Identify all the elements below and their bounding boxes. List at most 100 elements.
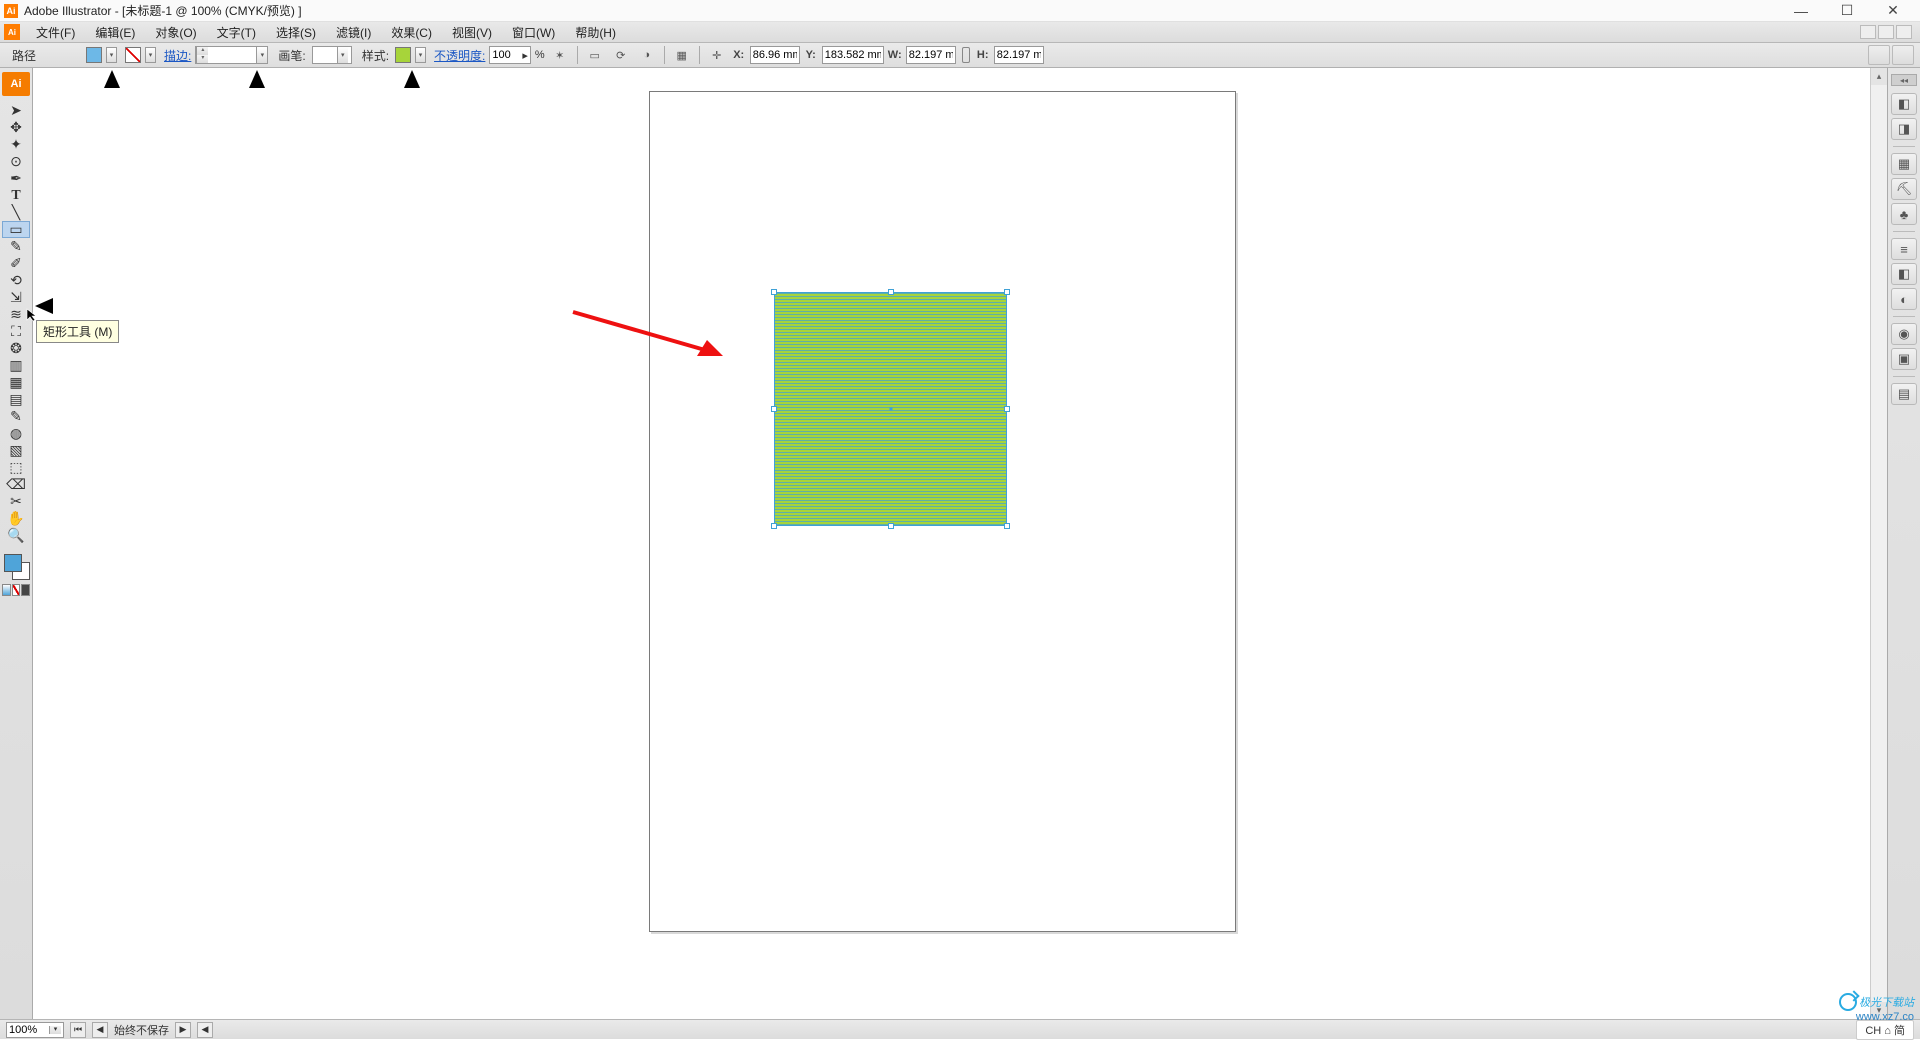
menu-help[interactable]: 帮助(H) xyxy=(565,22,626,43)
panel-menu-icon[interactable] xyxy=(1892,45,1914,65)
gradient-panel-icon[interactable]: ◧ xyxy=(1891,263,1917,285)
stroke-weight-field[interactable]: ▴▾ ▾ xyxy=(195,46,268,64)
transparency-panel-icon[interactable]: ◐ xyxy=(1891,288,1917,310)
y-field[interactable] xyxy=(822,46,884,64)
pencil-tool[interactable]: ✐ xyxy=(2,255,30,272)
rotate-tool[interactable]: ⟲ xyxy=(2,272,30,289)
artboard[interactable] xyxy=(649,91,1236,932)
registration-icon[interactable]: ✛ xyxy=(706,44,728,66)
live-paint-tool[interactable]: ▧ xyxy=(2,442,30,459)
menu-edit[interactable]: 编辑(E) xyxy=(85,22,145,43)
stroke-link[interactable]: 描边: xyxy=(164,47,191,64)
style-swatch[interactable] xyxy=(395,47,411,63)
opacity-input[interactable] xyxy=(490,47,520,63)
x-input[interactable] xyxy=(751,47,799,63)
type-tool[interactable]: T xyxy=(2,187,30,204)
none-mode-icon[interactable] xyxy=(12,584,21,596)
y-input[interactable] xyxy=(823,47,883,63)
gradient-mode-icon[interactable] xyxy=(2,584,11,596)
app-menu-icon[interactable]: Ai xyxy=(4,24,20,40)
graph-tool[interactable]: ▥ xyxy=(2,357,30,374)
transform-icon[interactable]: ⟳ xyxy=(610,44,632,66)
close-button[interactable]: ✕ xyxy=(1870,0,1916,22)
magic-wand-tool[interactable]: ✦ xyxy=(2,136,30,153)
paintbrush-tool[interactable]: ✎ xyxy=(2,238,30,255)
doc-minimize-button[interactable] xyxy=(1860,25,1876,39)
gradient-tool[interactable]: ▤ xyxy=(2,391,30,408)
color-panel-icon[interactable]: ◧ xyxy=(1891,93,1917,115)
handle-top[interactable] xyxy=(888,289,894,295)
recolor-icon[interactable]: ✶ xyxy=(549,44,571,66)
hscroll-left-icon[interactable]: ◀ xyxy=(197,1022,213,1038)
free-transform-tool[interactable]: ⛶ xyxy=(2,323,30,340)
foreground-color-icon[interactable] xyxy=(4,554,22,572)
stroke-panel-icon[interactable]: ≡ xyxy=(1891,238,1917,260)
selection-tool[interactable]: ➤ xyxy=(2,102,30,119)
symbol-sprayer-tool[interactable]: ❂ xyxy=(2,340,30,357)
warp-tool[interactable]: ≋ xyxy=(2,306,30,323)
color-mode-icon[interactable] xyxy=(21,584,30,596)
style-dropdown[interactable]: ▾ xyxy=(415,47,426,63)
color-guide-panel-icon[interactable]: ◨ xyxy=(1891,118,1917,140)
handle-top-left[interactable] xyxy=(771,289,777,295)
fill-swatch[interactable] xyxy=(86,47,102,63)
eyedropper-tool[interactable]: ✎ xyxy=(2,408,30,425)
handle-right[interactable] xyxy=(1004,406,1010,412)
handle-bottom-left[interactable] xyxy=(771,523,777,529)
menu-effect[interactable]: 效果(C) xyxy=(381,22,442,43)
pen-tool[interactable]: ✒ xyxy=(2,170,30,187)
brush-field[interactable]: ▾ xyxy=(312,46,352,64)
workspace-switch-icon[interactable] xyxy=(1868,45,1890,65)
rectangle-tool[interactable]: ▭ xyxy=(2,221,30,238)
opacity-field[interactable]: ▸ xyxy=(489,46,531,64)
rectangle-shape[interactable] xyxy=(774,292,1007,526)
swatches-panel-icon[interactable]: ▦ xyxy=(1891,153,1917,175)
fill-dropdown[interactable]: ▾ xyxy=(106,47,117,63)
brush-input[interactable] xyxy=(313,47,337,63)
direct-selection-tool[interactable]: ✥ xyxy=(2,119,30,136)
select-similar-icon[interactable]: ▦ xyxy=(671,44,693,66)
menu-object[interactable]: 对象(O) xyxy=(145,22,206,43)
dock-collapse-icon[interactable]: ◂◂ xyxy=(1891,74,1917,86)
x-field[interactable] xyxy=(750,46,800,64)
vertical-scrollbar[interactable]: ▴ ▾ xyxy=(1870,68,1887,1019)
handle-bottom[interactable] xyxy=(888,523,894,529)
scale-tool[interactable]: ⇲ xyxy=(2,289,30,306)
minimize-button[interactable]: — xyxy=(1778,0,1824,22)
status-menu-icon[interactable]: ▶ xyxy=(175,1022,191,1038)
hand-tool[interactable]: ✋ xyxy=(2,510,30,527)
h-field[interactable] xyxy=(994,46,1044,64)
line-tool[interactable]: ╲ xyxy=(2,204,30,221)
crop-tool[interactable]: ⬚ xyxy=(2,459,30,476)
opacity-link[interactable]: 不透明度: xyxy=(434,47,485,64)
zoom-field[interactable]: ▾ xyxy=(6,1022,64,1038)
menu-view[interactable]: 视图(V) xyxy=(442,22,502,43)
stroke-weight-input[interactable] xyxy=(208,47,256,63)
menu-window[interactable]: 窗口(W) xyxy=(502,22,565,43)
zoom-input[interactable] xyxy=(7,1024,49,1036)
handle-bottom-right[interactable] xyxy=(1004,523,1010,529)
scroll-up-icon[interactable]: ▴ xyxy=(1871,68,1887,85)
nav-first-icon[interactable]: ⏮ xyxy=(70,1022,86,1038)
doc-close-button[interactable] xyxy=(1896,25,1912,39)
stroke-swatch-none[interactable] xyxy=(125,47,141,63)
lasso-tool[interactable]: ⊙ xyxy=(2,153,30,170)
stroke-dropdown[interactable]: ▾ xyxy=(145,47,156,63)
scissors-tool[interactable]: ✂ xyxy=(2,493,30,510)
w-input[interactable] xyxy=(907,47,955,63)
symbols-panel-icon[interactable]: ♣ xyxy=(1891,203,1917,225)
handle-top-right[interactable] xyxy=(1004,289,1010,295)
graphic-styles-panel-icon[interactable]: ▣ xyxy=(1891,348,1917,370)
h-input[interactable] xyxy=(995,47,1043,63)
fill-stroke-control[interactable] xyxy=(2,552,30,580)
w-field[interactable] xyxy=(906,46,956,64)
handle-left[interactable] xyxy=(771,406,777,412)
eraser-tool[interactable]: ⌫ xyxy=(2,476,30,493)
maximize-button[interactable]: ☐ xyxy=(1824,0,1870,22)
scroll-down-icon[interactable]: ▾ xyxy=(1871,1002,1887,1019)
isolate-icon[interactable]: ◑ xyxy=(636,44,658,66)
align-icon[interactable]: ▭ xyxy=(584,44,606,66)
ime-indicator[interactable]: CH ⌂ 简 xyxy=(1856,1020,1914,1040)
menu-select[interactable]: 选择(S) xyxy=(266,22,326,43)
link-wh-icon[interactable] xyxy=(962,47,970,63)
